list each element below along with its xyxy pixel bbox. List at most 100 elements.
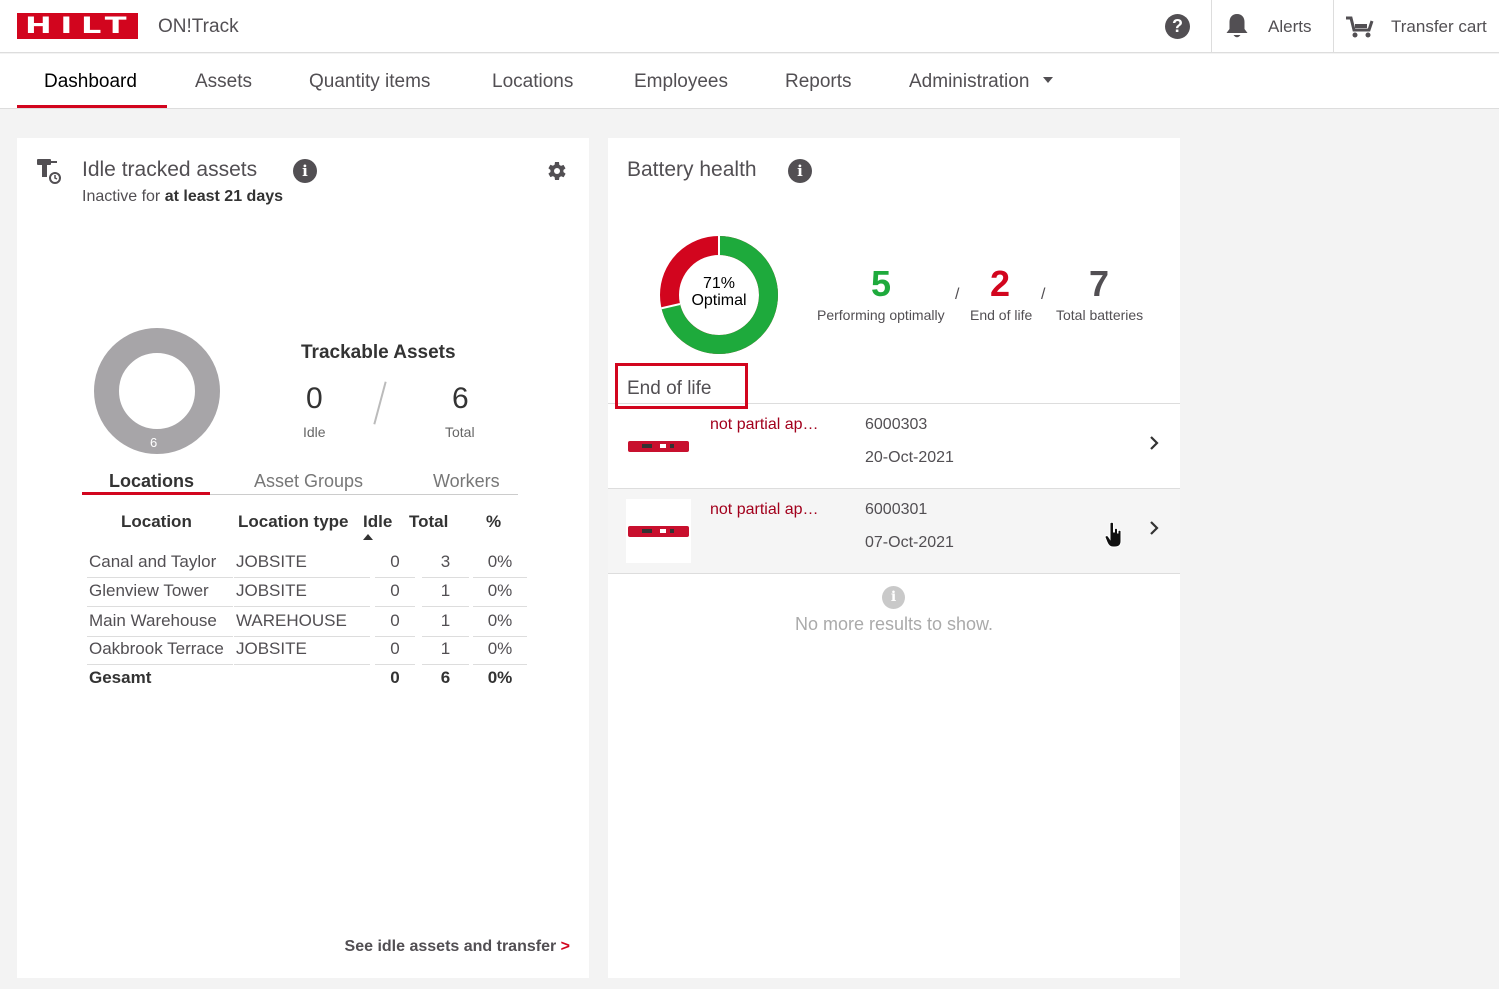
col-header-location-type[interactable]: Location type [238,512,349,532]
eol-item-name: not partial ap… [710,501,819,518]
cell-location: Main Warehouse [87,611,233,637]
col-header-location[interactable]: Location [121,512,192,532]
cell-idle: 0 [375,552,415,578]
col-header-idle[interactable]: Idle [363,512,392,532]
nav-assets[interactable]: Assets [195,71,252,93]
hand-cursor-icon [1104,521,1122,548]
transfer-cart-link[interactable]: Transfer cart [1391,17,1487,37]
eol-item-serial: 6000301 [865,501,928,518]
cell-location-type: JOBSITE [234,581,370,607]
cell-location-type: JOBSITE [234,639,370,665]
no-more-results-text: No more results to show. [794,614,994,634]
donut-percent: 71% [702,275,736,292]
trackable-assets-title: Trackable Assets [301,342,456,363]
table-total-row: Gesamt 0 6 0% [87,668,527,697]
table-row: Glenview Tower JOBSITE 0 1 0% [87,581,527,610]
cart-icon[interactable] [1345,14,1375,40]
battery-card-title: Battery health [627,158,757,181]
tab-asset-groups[interactable]: Asset Groups [254,471,363,492]
cell-total: 1 [422,639,469,665]
cell-idle: 0 [375,581,415,607]
sort-asc-icon [363,534,373,540]
tool-image [626,499,691,563]
battery-health-card: Battery health i 71% Optimal 5 Performin… [608,138,1180,978]
col-header-total[interactable]: Total [409,512,448,532]
stat-eol-value: 2 [990,263,1011,304]
cell-location: Glenview Tower [87,581,233,607]
logo-text: HILTI [25,14,156,39]
cell-location-type: WAREHOUSE [234,611,370,637]
divider [1211,0,1212,53]
tool-image [626,414,691,478]
cell-idle: 0 [375,611,415,637]
col-header-percent[interactable]: % [486,512,501,532]
eol-item-date: 20-Oct-2021 [865,449,954,466]
nav-administration[interactable]: Administration [909,71,1054,93]
donut-value: 6 [150,435,158,450]
main-nav: Dashboard Assets Quantity items Location… [0,54,1499,109]
info-icon: i [882,586,905,609]
cell-percent: 0% [473,581,527,607]
app-name: ON!Track [158,16,239,37]
divider [1333,0,1334,53]
subtitle-prefix: Inactive for [82,188,161,205]
nav-locations[interactable]: Locations [492,71,573,93]
see-idle-assets-link[interactable]: See idle assets and transfer > [345,938,570,956]
chevron-right-icon: > [560,938,570,955]
info-icon[interactable]: i [293,159,317,183]
eol-list-item[interactable]: not partial ap… 6000301 07-Oct-2021 [608,489,1180,574]
eol-item-date: 07-Oct-2021 [865,534,954,551]
chevron-right-icon [1150,521,1159,535]
cell-total-total: 6 [440,668,451,687]
end-of-life-header: End of life [615,363,748,409]
end-of-life-title: End of life [627,378,712,399]
nav-active-underline [17,105,167,108]
nav-dashboard[interactable]: Dashboard [44,71,137,93]
tab-locations[interactable]: Locations [109,471,194,492]
top-bar: HILTI ON!Track ? Alerts Transfer cart [0,0,1499,53]
cell-location: Oakbrook Terrace [87,639,233,665]
idle-tabs: Locations Asset Groups Workers [82,470,518,495]
total-label: Total [445,424,475,440]
nav-quantity-items[interactable]: Quantity items [309,71,430,93]
subtitle-bold: at least 21 days [164,188,284,205]
cell-percent: 0% [473,639,527,665]
gear-icon[interactable] [544,159,568,183]
stat-performing-value: 5 [871,263,892,304]
eol-item-serial: 6000303 [865,416,928,433]
info-icon[interactable]: i [788,159,812,183]
eol-list-item[interactable]: not partial ap… 6000303 20-Oct-2021 [608,404,1180,489]
cell-percent-total: 0% [487,668,513,687]
cell-percent: 0% [473,552,527,578]
cell-location: Canal and Taylor [87,552,233,578]
drill-icon [37,159,61,184]
cell-total: 1 [422,581,469,607]
idle-card-title: Idle tracked assets [82,158,258,181]
donut-label: Optimal [691,292,747,309]
cell-total: 3 [422,552,469,578]
stat-slash: / [955,286,960,303]
idle-label: Idle [303,424,326,440]
nav-reports[interactable]: Reports [785,71,852,93]
stat-total-label: Total batteries [1056,307,1144,323]
idle-card-subtitle: Inactive for at least 21 days [82,188,283,206]
tab-workers[interactable]: Workers [433,471,500,492]
total-count: 6 [452,382,469,415]
cell-idle: 0 [375,639,415,665]
stat-total-value: 7 [1089,263,1110,304]
cell-percent: 0% [473,611,527,637]
cell-location-type-total [234,668,370,694]
cell-location-type: JOBSITE [234,552,370,578]
bell-icon[interactable] [1224,12,1250,40]
stat-eol-label: End of life [970,307,1033,323]
chevron-right-icon [1150,436,1159,450]
see-idle-label: See idle assets and transfer [344,938,557,955]
table-row: Canal and Taylor JOBSITE 0 3 0% [87,552,527,581]
cell-total: 1 [422,611,469,637]
stat-slash: / [1041,286,1046,303]
nav-employees[interactable]: Employees [634,71,728,93]
chevron-down-icon [1043,77,1054,83]
help-icon[interactable]: ? [1165,14,1190,39]
alerts-link[interactable]: Alerts [1268,17,1311,37]
hilti-logo[interactable]: HILTI [17,13,147,39]
